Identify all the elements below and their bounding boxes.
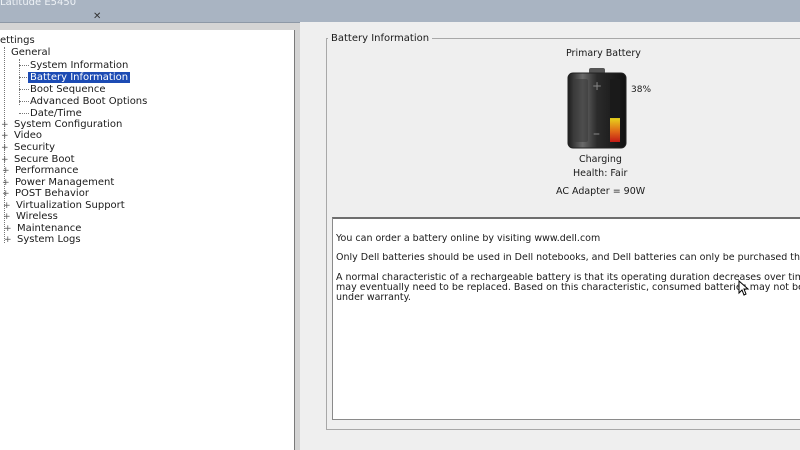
tree-item-label: Battery Information bbox=[28, 72, 131, 83]
tree-item-security[interactable]: + Security bbox=[1, 142, 56, 154]
close-icon[interactable]: ✕ bbox=[93, 11, 101, 22]
tree-item-label: System Configuration bbox=[14, 119, 123, 130]
tree-item-wireless[interactable]: + Wireless bbox=[3, 211, 58, 223]
tree-item-label: POST Behavior bbox=[15, 188, 89, 199]
tree-item-advanced-boot-options[interactable]: Advanced Boot Options bbox=[30, 96, 147, 108]
tree-item-video[interactable]: + Video bbox=[1, 130, 43, 142]
minus-sign: – bbox=[593, 126, 600, 142]
tree-line bbox=[19, 65, 29, 66]
expand-icon[interactable]: + bbox=[3, 211, 11, 223]
ac-adapter-rating: AC Adapter = 90W bbox=[556, 186, 646, 197]
battery-highlight bbox=[574, 79, 588, 142]
battery-info-textbox[interactable]: You can order a battery online by visiti… bbox=[332, 217, 800, 420]
tree-item-label: Secure Boot bbox=[14, 154, 75, 165]
expand-icon[interactable]: + bbox=[1, 142, 9, 154]
tree-item-label: Power Management bbox=[15, 177, 115, 188]
info-line-characteristic: A normal characteristic of a rechargeabl… bbox=[336, 273, 800, 283]
tree-item-label: System Information bbox=[30, 60, 129, 71]
info-line-order: You can order a battery online by visiti… bbox=[336, 234, 601, 244]
tree-item-label: Boot Sequence bbox=[30, 84, 106, 95]
tree-item-post-behavior[interactable]: + POST Behavior bbox=[2, 188, 89, 200]
tree-root-settings[interactable]: ettings bbox=[0, 35, 35, 47]
primary-battery-label: Primary Battery bbox=[566, 48, 641, 59]
battery-percent: 38% bbox=[631, 85, 652, 95]
tree-item-label: System Logs bbox=[17, 234, 81, 245]
tree-line bbox=[19, 89, 29, 90]
window-title: Latitude E5450 bbox=[0, 0, 77, 8]
battery-icon: + – bbox=[567, 68, 627, 149]
battery-level-fill bbox=[610, 118, 620, 142]
tree-item-label: Date/Time bbox=[30, 108, 82, 119]
tree-item-label: Video bbox=[14, 130, 43, 141]
tree-item-system-information[interactable]: System Information bbox=[30, 60, 128, 72]
title-bar: Latitude E5450 ✕ bbox=[0, 0, 800, 23]
tree-item-label: Maintenance bbox=[17, 223, 82, 234]
expand-icon[interactable]: + bbox=[2, 188, 10, 200]
mouse-cursor-icon bbox=[738, 280, 750, 296]
battery-information-panel: Battery Information Primary Battery + – … bbox=[300, 22, 800, 450]
expand-icon[interactable]: + bbox=[2, 165, 10, 177]
tree-item-performance[interactable]: + Performance bbox=[2, 165, 79, 177]
info-line-dell-only: Only Dell batteries should be used in De… bbox=[336, 253, 800, 263]
tree-line bbox=[19, 113, 29, 114]
tree-item-system-logs[interactable]: + System Logs bbox=[4, 234, 81, 246]
battery-status: Charging bbox=[579, 154, 622, 165]
tree-item-battery-information[interactable]: Battery Information bbox=[28, 72, 131, 84]
info-line-warranty: under warranty. bbox=[336, 293, 411, 303]
tree-line bbox=[19, 101, 29, 102]
plus-sign: + bbox=[592, 79, 602, 93]
settings-tree-pane: ettings General System Information Batte… bbox=[0, 30, 295, 450]
tree-item-boot-sequence[interactable]: Boot Sequence bbox=[30, 84, 106, 96]
expand-icon[interactable]: + bbox=[1, 130, 9, 142]
tree-item-label: Advanced Boot Options bbox=[30, 96, 148, 107]
tree-item-label: Virtualization Support bbox=[16, 200, 125, 211]
tree-item-label: Wireless bbox=[16, 211, 58, 222]
tree-item-label: General bbox=[11, 47, 51, 58]
tree-root-label: ettings bbox=[0, 35, 35, 46]
tree-item-general[interactable]: General bbox=[11, 47, 50, 59]
tree-item-label: Performance bbox=[15, 165, 79, 176]
panel-title: Battery Information bbox=[328, 33, 433, 44]
info-line-replace: may eventually need to be replaced. Base… bbox=[336, 283, 800, 293]
tree-item-label: Security bbox=[14, 142, 56, 153]
battery-health: Health: Fair bbox=[573, 168, 628, 179]
expand-icon[interactable]: + bbox=[4, 234, 12, 246]
